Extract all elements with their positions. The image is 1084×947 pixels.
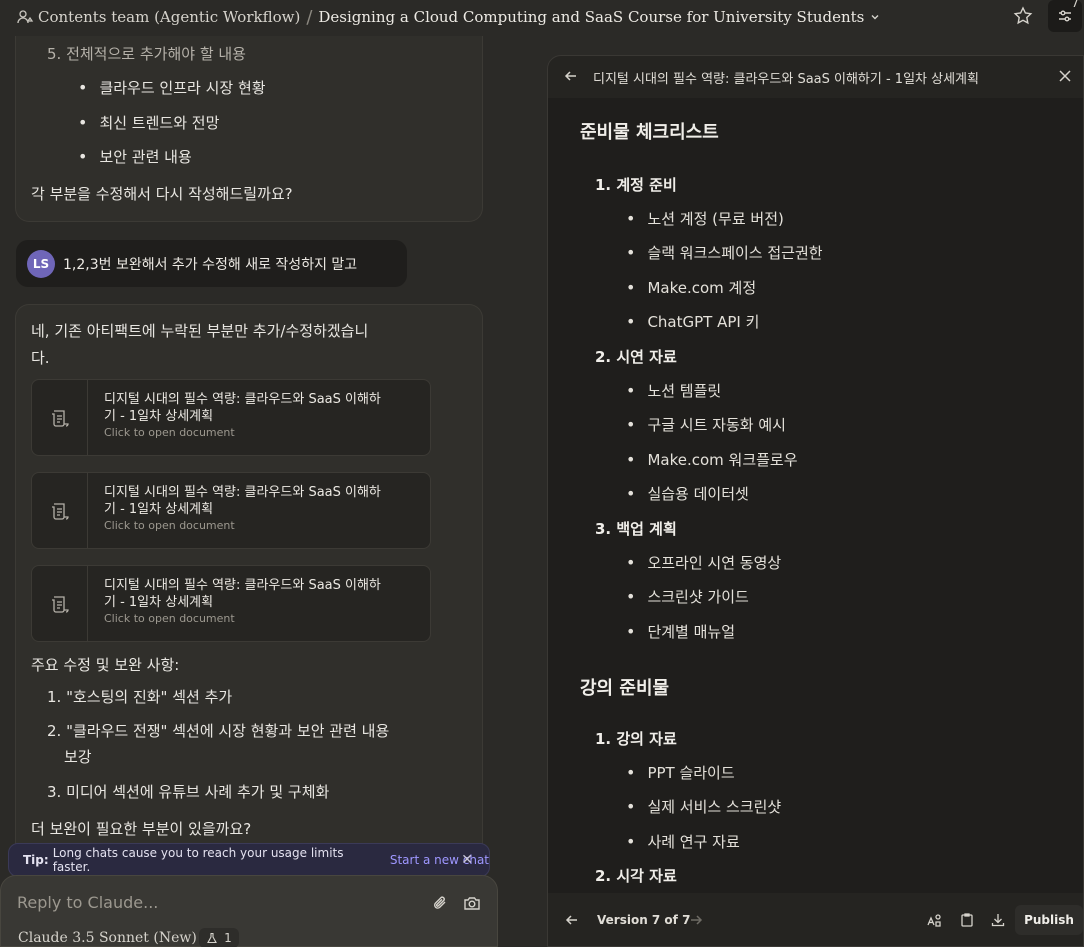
- chevron-down-icon[interactable]: [870, 12, 880, 22]
- download-icon[interactable]: [990, 912, 1006, 932]
- list-item: 실제 서비스 스크린샷: [626, 796, 781, 817]
- artifact-card[interactable]: 디지털 시대의 필수 역량: 클라우드와 SaaS 이해하 기 - 1일차 상세…: [31, 565, 431, 642]
- list-item: 단계별 매뉴얼: [626, 621, 735, 642]
- document-icon: [32, 380, 88, 455]
- avatar[interactable]: LS: [27, 249, 55, 278]
- close-icon[interactable]: [1058, 69, 1072, 87]
- artifact-card-title: 기 - 1일차 상세계획: [104, 409, 214, 424]
- model-selector[interactable]: Claude 3.5 Sonnet (New): [18, 930, 213, 946]
- group-label: 1. 계정 준비: [595, 176, 677, 194]
- version-label: Version 7 of 7: [597, 913, 691, 927]
- group-label: 2. 시연 자료: [595, 348, 677, 366]
- artifact-card-title: 디지털 시대의 필수 역량: 클라우드와 SaaS 이해하: [104, 392, 381, 407]
- artifact-card-subtitle: Click to open document: [104, 426, 235, 439]
- artifact-card[interactable]: 디지털 시대의 필수 역량: 클라우드와 SaaS 이해하 기 - 1일차 상세…: [31, 379, 431, 456]
- artifact-card[interactable]: 디지털 시대의 필수 역량: 클라우드와 SaaS 이해하 기 - 1일차 상세…: [31, 472, 431, 549]
- artifact-title: 디지털 시대의 필수 역량: 클라우드와 SaaS 이해하기 - 1일차 상세계…: [593, 72, 979, 87]
- top-bar: Contents team (Agentic Workflow) / Desig…: [0, 0, 1084, 34]
- user-message-text: 1,2,3번 보완해서 추가 수정해 새로 작성하지 말고: [63, 256, 358, 273]
- project-name-link[interactable]: Contents team (Agentic Workflow): [38, 8, 300, 26]
- artifact-footer: Version 7 of 7 Publish: [548, 893, 1083, 947]
- list-item-cont: 보강: [64, 748, 92, 766]
- assistant-intro-cont: 다.: [31, 349, 50, 367]
- list-item: 슬랙 워크스페이스 접근권한: [626, 242, 822, 263]
- group-label: 3. 백업 계획: [595, 520, 677, 538]
- start-new-chat-link[interactable]: Start a new chat: [390, 853, 489, 867]
- tip-text: Long chats cause you to reach your usage…: [52, 846, 344, 874]
- list-item: 클라우드 인프라 시장 현황: [78, 77, 265, 98]
- section-heading: 강의 준비물: [580, 678, 670, 699]
- list-item: 보안 관련 내용: [78, 146, 191, 167]
- list-item: 구글 시트 자동화 예시: [626, 414, 786, 435]
- composer: Reply to Claude... Claude 3.5 Sonnet (Ne…: [0, 875, 498, 947]
- list-item: 5. 전체적으로 추가해야 할 내용: [47, 45, 246, 63]
- arrow-left-icon[interactable]: [564, 69, 578, 87]
- assistant-intro: 네, 기존 아티팩트에 누락된 부분만 추가/수정하겠습니: [31, 322, 369, 340]
- list-item: 스크린샷 가이드: [626, 586, 748, 607]
- list-item: PPT 슬라이드: [626, 762, 734, 783]
- artifact-card-title: 디지털 시대의 필수 역량: 클라우드와 SaaS 이해하: [104, 485, 381, 500]
- user-message: LS 1,2,3번 보완해서 추가 수정해 새로 작성하지 말고: [16, 240, 407, 287]
- star-icon[interactable]: [1011, 4, 1035, 28]
- artifact-card-subtitle: Click to open document: [104, 612, 235, 625]
- reply-input[interactable]: Reply to Claude...: [17, 893, 158, 912]
- assistant-closing: 더 보완이 필요한 부분이 있을까요?: [31, 820, 252, 838]
- changes-heading: 주요 수정 및 보완 사항:: [31, 656, 180, 674]
- list-item: 3. 미디어 섹션에 유튜브 사례 추가 및 구체화: [47, 783, 330, 801]
- settings-button[interactable]: 7: [1048, 0, 1082, 32]
- arrow-left-icon[interactable]: [565, 913, 579, 931]
- project-icon[interactable]: [16, 8, 34, 26]
- artifact-header: 디지털 시대의 필수 역량: 클라우드와 SaaS 이해하기 - 1일차 상세계…: [548, 56, 1083, 98]
- group-label: 1. 강의 자료: [595, 730, 677, 748]
- list-item: 실습용 데이터셋: [626, 483, 748, 504]
- list-item: 오프라인 시연 동영상: [626, 552, 781, 573]
- list-item: Make.com 워크플로우: [626, 449, 797, 470]
- style-selector[interactable]: 1: [199, 928, 239, 947]
- clipboard-icon[interactable]: [959, 912, 975, 932]
- document-icon: [32, 473, 88, 548]
- list-item: Make.com 계정: [626, 277, 756, 298]
- group-label: 2. 시각 자료: [595, 867, 677, 885]
- section-heading: 준비물 체크리스트: [580, 122, 719, 143]
- list-item: 2. "클라우드 전쟁" 섹션에 시장 현황과 보안 관련 내용: [47, 722, 390, 740]
- list-item: 사례 연구 자료: [626, 831, 739, 852]
- chat-title[interactable]: Designing a Cloud Computing and SaaS Cou…: [318, 8, 864, 26]
- assistant-question: 각 부분을 수정해서 다시 작성해드릴까요?: [31, 185, 293, 203]
- arrow-right-icon[interactable]: [689, 913, 703, 931]
- artifact-card-title: 디지털 시대의 필수 역량: 클라우드와 SaaS 이해하: [104, 578, 381, 593]
- document-icon: [32, 566, 88, 641]
- flask-icon: [207, 932, 218, 944]
- list-item: ChatGPT API 키: [626, 311, 759, 332]
- artifact-card-subtitle: Click to open document: [104, 519, 235, 532]
- list-item: 노션 계정 (무료 버전): [626, 208, 783, 229]
- publish-button[interactable]: Publish: [1015, 905, 1083, 935]
- list-item: 노션 템플릿: [626, 380, 721, 401]
- tip-banner: Tip: Long chats cause you to reach your …: [8, 843, 490, 877]
- settings-badge: 7: [1071, 0, 1079, 10]
- tip-label: Tip:: [23, 853, 49, 867]
- breadcrumb-separator: /: [306, 6, 313, 28]
- list-item: 최신 트렌드와 전망: [78, 112, 219, 133]
- close-icon[interactable]: ✕: [461, 852, 473, 868]
- model-name: Claude 3.5 Sonnet (New): [18, 930, 197, 946]
- artifact-card-title: 기 - 1일차 상세계획: [104, 595, 214, 610]
- artifact-card-title: 기 - 1일차 상세계획: [104, 502, 214, 517]
- list-item: 1. "호스팅의 진화" 섹션 추가: [47, 688, 233, 706]
- paperclip-icon[interactable]: [431, 894, 449, 916]
- artifact-panel: 디지털 시대의 필수 역량: 클라우드와 SaaS 이해하기 - 1일차 상세계…: [547, 55, 1084, 947]
- camera-icon[interactable]: [463, 894, 481, 916]
- style-count: 1: [224, 931, 232, 945]
- shapes-icon[interactable]: [926, 912, 942, 932]
- artifact-content: 준비물 체크리스트 1. 계정 준비 노션 계정 (무료 버전) 슬랙 워크스페…: [548, 98, 1083, 893]
